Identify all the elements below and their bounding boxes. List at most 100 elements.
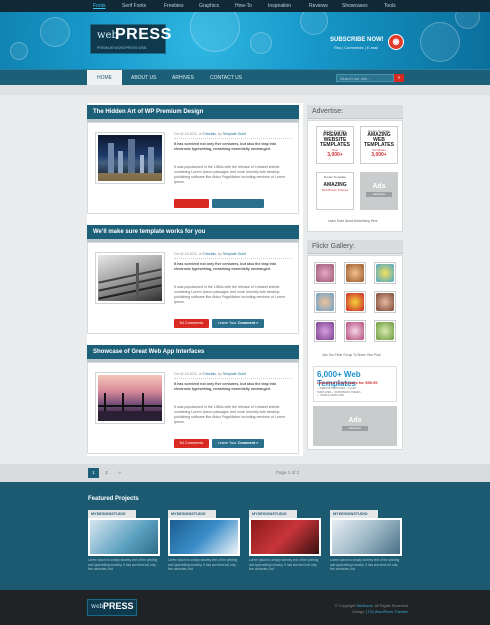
- search-button[interactable]: »: [394, 74, 404, 82]
- post-body: On 02.13.2011, In Tutorials, by Template…: [87, 242, 299, 334]
- post-thumbnail[interactable]: [95, 252, 165, 304]
- post-title[interactable]: The Hidden Art of WP Premium Design: [87, 105, 299, 119]
- logo-press-text: PRESS: [115, 26, 172, 43]
- bubble-decoration: [420, 22, 460, 62]
- ad-number: 3,000+: [371, 152, 387, 158]
- page-2-button[interactable]: 2: [101, 468, 112, 478]
- leave-comment-button[interactable]: Leave Your Comment »: [212, 439, 264, 448]
- post-title[interactable]: We'll make sure template works for you: [87, 225, 299, 239]
- copyright-prefix: © Copyright: [334, 604, 357, 608]
- post-category[interactable]: Tutorials: [203, 252, 216, 256]
- featured-tab: MYDESIGNSTUDIO: [249, 510, 297, 518]
- featured-text: Lorem Ipsum is simply dummy text of the …: [88, 558, 158, 571]
- top-navigation: Fonts Serif Fonts Freebies Graphics How-…: [0, 0, 490, 12]
- logo-press-text: PRESS: [103, 601, 134, 611]
- topnav-graphics[interactable]: Graphics: [199, 3, 219, 9]
- leave-label: Leave Your: [217, 321, 238, 325]
- design-credit-link[interactable]: [TG] WordPress Themes: [366, 610, 408, 614]
- featured-thumbnail: [330, 518, 402, 556]
- featured-projects-section: [0, 482, 490, 590]
- advertise-box: Dream Template PREMIUM WEBSITE TEMPLATES…: [307, 120, 403, 232]
- design-prefix: Design:: [352, 610, 367, 614]
- leave-comment-button[interactable]: [212, 199, 264, 208]
- divider: [174, 378, 292, 379]
- ad-placeholder[interactable]: Ads advertise: [360, 172, 398, 210]
- post-author[interactable]: Template Guild: [223, 252, 246, 256]
- footer-logo[interactable]: web PRESS: [87, 599, 137, 616]
- ads-label: Ads: [348, 417, 362, 424]
- topnav-fonts[interactable]: Fonts: [93, 3, 106, 9]
- advertise-heading: Advertise:: [307, 105, 403, 119]
- advertise-label: advertise: [342, 426, 368, 431]
- post-author[interactable]: Template Guild: [223, 372, 246, 376]
- search-input[interactable]: Search our site...: [336, 74, 394, 82]
- flickr-photo[interactable]: [374, 291, 396, 313]
- flickr-photo[interactable]: [314, 320, 336, 342]
- topnav-serif-fonts[interactable]: Serif Fonts: [122, 3, 146, 9]
- flickr-photo[interactable]: [314, 262, 336, 284]
- site-logo[interactable]: web PRESS PREMIUM WORDPRESS WEB: [90, 24, 171, 54]
- wide-ad-placeholder[interactable]: Ads advertise: [313, 406, 397, 446]
- banner-subline: Unlimited Downloads for $59.95: [317, 380, 378, 385]
- flickr-photo[interactable]: [374, 262, 396, 284]
- nav-home[interactable]: HOME: [87, 70, 122, 86]
- topnav-reviews[interactable]: Reviews: [309, 3, 328, 9]
- flickr-photo[interactable]: [374, 320, 396, 342]
- rss-icon[interactable]: ◉: [388, 34, 404, 50]
- subscribe-links[interactable]: Rss | Comments | E-mail: [334, 45, 378, 50]
- comments-button[interactable]: 64 Comments: [174, 319, 209, 328]
- featured-title: Featured Projects: [88, 496, 139, 502]
- post-author[interactable]: Template Guild: [223, 132, 246, 136]
- header-banner: web PRESS PREMIUM WORDPRESS WEB SUBSCRIB…: [0, 12, 490, 69]
- nav-archives[interactable]: ARHIVES: [162, 70, 204, 86]
- comments-label: 64 Comments: [179, 321, 204, 325]
- post-category[interactable]: Tutorials: [203, 132, 216, 136]
- flickr-join-link[interactable]: Join Our Flickr Group To Share Your Pics…: [322, 353, 381, 357]
- flickr-photo[interactable]: [344, 320, 366, 342]
- page-1-button[interactable]: 1: [88, 468, 99, 478]
- post-thumbnail[interactable]: [95, 372, 165, 424]
- post-thumbnail[interactable]: [95, 132, 165, 184]
- post-date: On 02.13.2011, In: [174, 252, 203, 256]
- post-title[interactable]: Showcase of Great Web App Interfaces: [87, 345, 299, 359]
- divider: [174, 258, 292, 259]
- ad-brand: Dream Template: [324, 175, 346, 179]
- ad-headline: PREMIUM WEBSITE TEMPLATES: [320, 132, 350, 148]
- site-name-link[interactable]: SiteName: [356, 604, 373, 608]
- ad-premium-templates[interactable]: Dream Template PREMIUM WEBSITE TEMPLATES…: [316, 126, 354, 164]
- city-night-image: [98, 135, 162, 181]
- posts-column: The Hidden Art of WP Premium Design On 0…: [87, 103, 303, 456]
- leave-comment-button[interactable]: Leave Your Comment »: [212, 319, 264, 328]
- topnav-how-to[interactable]: How-To: [235, 3, 252, 9]
- comments-button[interactable]: 64 Comments: [174, 439, 209, 448]
- featured-tab: MYDESIGNSTUDIO: [330, 510, 378, 518]
- topnav-freebies[interactable]: Freebies: [164, 3, 183, 9]
- post-meta: On 02.13.2011, In Tutorials, by Template…: [174, 372, 246, 376]
- post-excerpt-lead: It has survived not only five centuries,…: [174, 382, 277, 391]
- flickr-photo[interactable]: [314, 291, 336, 313]
- topnav-inspiration[interactable]: Inspiration: [268, 3, 291, 9]
- featured-thumbnail: [168, 518, 240, 556]
- ad-number: 3,000+: [327, 152, 343, 158]
- featured-tab: MYDESIGNSTUDIO: [168, 510, 216, 518]
- nav-contact-us[interactable]: CONTACT US: [200, 70, 252, 86]
- next-page-button[interactable]: »: [114, 468, 125, 478]
- web-templates-banner-ad[interactable]: 6,000+ Web Templates Unlimited Downloads…: [313, 366, 397, 402]
- leave-label: Leave Your: [217, 441, 238, 445]
- ad-amazing-templates[interactable]: Dream Template AMAZING WEB TEMPLATES Tem…: [360, 126, 398, 164]
- divider: [174, 138, 292, 139]
- comments-button[interactable]: [174, 199, 209, 208]
- topnav-showcases[interactable]: Showcases: [342, 3, 368, 9]
- nav-about-us[interactable]: ABOUT US: [121, 70, 166, 86]
- flickr-box: Join Our Flickr Group To Share Your Pics…: [307, 255, 403, 450]
- topnav-tools[interactable]: Tools: [384, 3, 396, 9]
- post-category[interactable]: Tutorials: [203, 372, 216, 376]
- post-excerpt: It was popularised in the 1960s with the…: [174, 165, 286, 184]
- learn-more-link[interactable]: Learn More About Advertising Here: [328, 219, 378, 223]
- featured-text: Lorem Ipsum is simply dummy text of the …: [249, 558, 319, 571]
- leave-label-bold: Comment »: [237, 441, 259, 445]
- flickr-photo[interactable]: [344, 291, 366, 313]
- flickr-photo[interactable]: [344, 262, 366, 284]
- ad-wordpress-themes[interactable]: Dream Template AMAZING WordPress Themes: [316, 172, 354, 210]
- bubble-decoration: [10, 42, 28, 60]
